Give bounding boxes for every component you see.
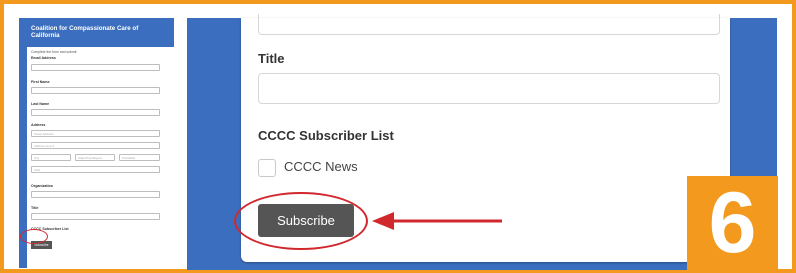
thumbnail-organization-label: Organization <box>31 184 53 188</box>
thumbnail-first-name-label: First Name <box>31 80 50 84</box>
thumbnail-highlight-ring <box>20 229 48 244</box>
thumbnail-zip-input[interactable]: Postal/Zip <box>119 154 160 161</box>
thumbnail-last-name-input[interactable] <box>31 109 160 116</box>
subscribe-highlight-ring <box>234 192 368 250</box>
thumbnail-first-name-input[interactable] <box>31 87 160 94</box>
thumbnail-last-name-label: Last Name <box>31 102 50 106</box>
thumbnail-intro: Complete the form and submit <box>31 50 77 54</box>
arrow-left-icon <box>372 212 502 230</box>
thumbnail-email-label: Email Address <box>31 56 56 60</box>
subscriber-list-label: CCCC Subscriber List <box>258 128 394 143</box>
thumbnail-street-input[interactable]: Street Address <box>31 130 160 137</box>
thumbnail-title-input[interactable] <box>31 213 160 220</box>
step-number-badge: 6 <box>687 176 778 270</box>
thumbnail-state-input[interactable]: State/Prov/Region <box>75 154 115 161</box>
previous-field-input[interactable] <box>258 14 720 35</box>
thumbnail-email-input[interactable] <box>31 64 160 71</box>
form-thumbnail: Coalition for Compassionate Care of Cali… <box>19 18 174 268</box>
thumbnail-address-label: Address <box>31 123 46 127</box>
thumbnail-title-label: Title <box>31 206 39 210</box>
thumbnail-form-card: Complete the form and submit Email Addre… <box>27 47 174 268</box>
thumbnail-title: Coalition for Compassionate Care of Cali… <box>31 25 139 39</box>
cccc-news-label[interactable]: CCCC News <box>284 159 358 174</box>
title-input[interactable] <box>258 73 720 104</box>
cccc-news-checkbox[interactable] <box>258 159 276 177</box>
thumbnail-organization-input[interactable] <box>31 191 160 198</box>
title-label: Title <box>258 51 285 66</box>
thumbnail-country-select[interactable]: USA <box>31 166 160 173</box>
thumbnail-city-input[interactable]: City <box>31 154 71 161</box>
thumbnail-address2-input[interactable]: Address Line 2 <box>31 142 160 149</box>
